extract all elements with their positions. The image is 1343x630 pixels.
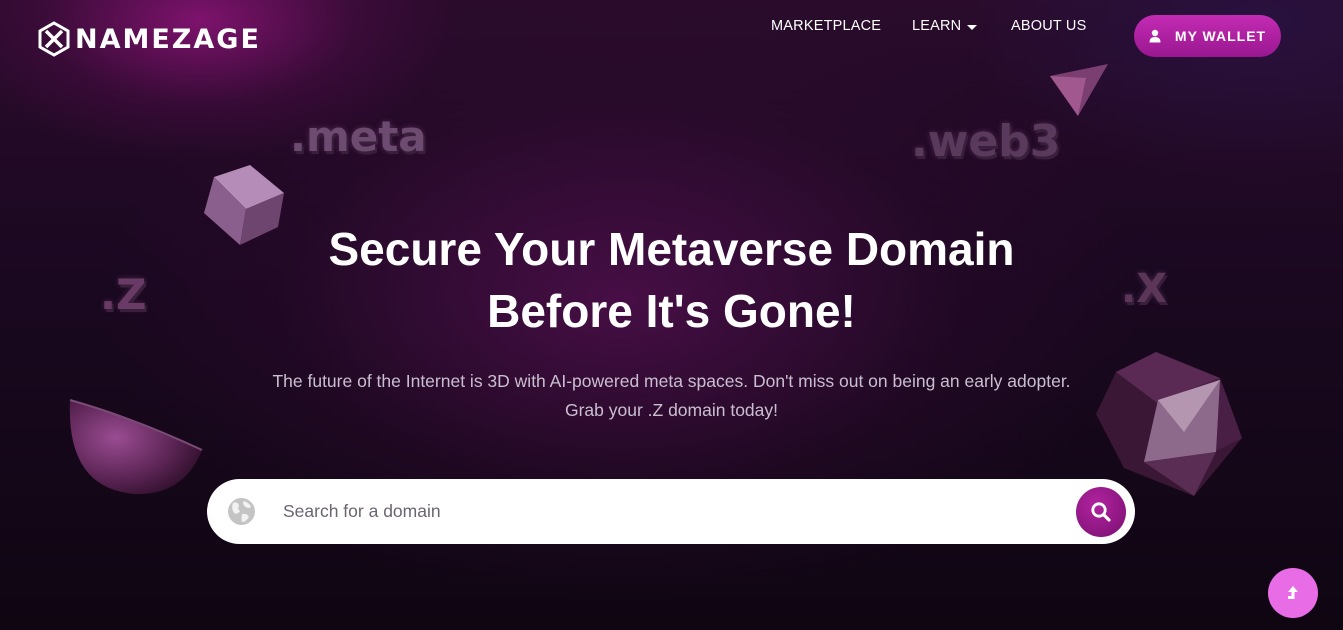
floating-web3-text: .web3: [911, 116, 1061, 167]
domain-search-bar: [207, 479, 1135, 544]
globe-icon: [228, 498, 255, 525]
nav-about-us[interactable]: ABOUT US: [1011, 18, 1086, 34]
user-icon: [1149, 29, 1161, 43]
arrow-up-icon: [1288, 586, 1298, 599]
search-icon: [1091, 502, 1111, 522]
scroll-to-top-button[interactable]: [1268, 568, 1318, 618]
nav-learn-dropdown[interactable]: LEARN: [912, 18, 978, 34]
brand-name: NAMEZAGE: [75, 23, 261, 55]
hero-subtitle-line-2: Grab your .Z domain today!: [564, 400, 779, 420]
brand-logo[interactable]: NAMEZAGE: [37, 21, 261, 57]
hero-subtitle-line-1: The future of the Internet is 3D with AI…: [272, 371, 1071, 391]
my-wallet-button[interactable]: MY WALLET: [1134, 15, 1281, 57]
floating-meta-text: .meta: [290, 112, 427, 161]
hero-title-line-1: Secure Your Metaverse Domain: [328, 223, 1015, 275]
hero-subtitle: The future of the Internet is 3D with AI…: [0, 367, 1343, 425]
nav-marketplace[interactable]: MARKETPLACE: [771, 18, 881, 34]
domain-search-input[interactable]: [283, 493, 1063, 529]
search-button[interactable]: [1076, 487, 1126, 537]
chevron-down-icon: [967, 24, 978, 30]
hexagon-x-logo-icon: [38, 21, 70, 57]
hero-title: Secure Your Metaverse Domain Before It's…: [0, 218, 1343, 342]
pyramid-decoration: [1050, 64, 1108, 116]
my-wallet-label: MY WALLET: [1174, 28, 1267, 44]
hero-title-line-2: Before It's Gone!: [487, 285, 856, 337]
nav-learn-label: LEARN: [912, 18, 962, 34]
